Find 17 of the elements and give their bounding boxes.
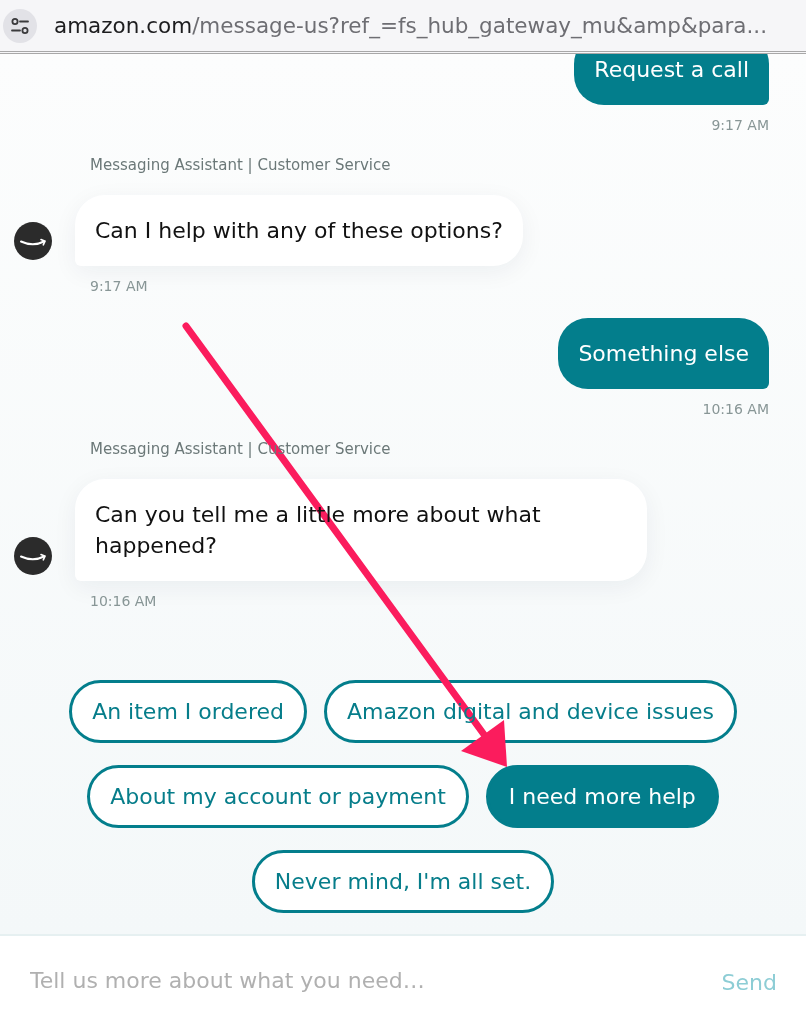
incoming-message-bubble: Can I help with any of these options? — [75, 195, 523, 266]
quick-reply-button[interactable]: Never mind, I'm all set. — [251, 850, 555, 913]
quick-reply-button[interactable]: About my account or payment — [87, 765, 469, 828]
message-time: 10:16 AM — [90, 592, 157, 611]
assistant-avatar-icon — [14, 222, 52, 260]
message-time: 10:16 AM — [702, 400, 769, 419]
assistant-avatar-icon — [14, 537, 52, 575]
quick-reply-button[interactable]: An item I ordered — [69, 680, 307, 743]
sender-label: Messaging Assistant | Customer Service — [90, 155, 391, 175]
quick-reply-button[interactable]: I need more help — [485, 765, 719, 828]
sliders-icon[interactable] — [3, 8, 37, 43]
message-time: 9:17 AM — [90, 277, 148, 296]
message-time: 9:17 AM — [711, 116, 769, 135]
outgoing-message-bubble: Something else — [558, 318, 769, 389]
outgoing-message-bubble: Request a call — [574, 54, 769, 105]
url-text[interactable]: amazon.com/message-us?ref_=fs_hub_gateway_mu&amp&para... — [54, 13, 767, 38]
message-input[interactable]: Tell us more about what you need… — [30, 960, 702, 1000]
